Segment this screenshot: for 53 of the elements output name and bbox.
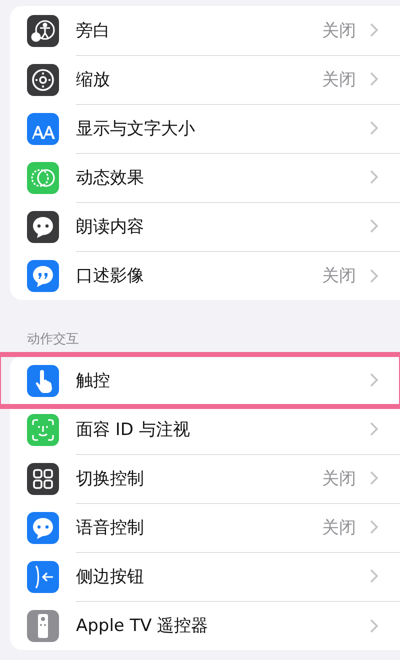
face-icon	[27, 414, 59, 446]
settings-row[interactable]: 朗读内容	[10, 202, 400, 251]
settings-row[interactable]: 缩放 关闭	[10, 55, 400, 104]
row-label: 显示与文字大小	[76, 118, 196, 140]
settings-row[interactable]: 语音控制 关闭	[10, 503, 400, 552]
settings-row[interactable]: 口述影像 关闭	[10, 251, 400, 300]
accessibility-icon	[27, 14, 59, 46]
zoom-icon	[27, 64, 59, 96]
row-value: 关闭	[322, 265, 356, 287]
section-header: 动作交互	[26, 331, 80, 349]
quote-bubble-icon	[27, 260, 59, 292]
chevron-icon	[370, 422, 378, 436]
settings-row[interactable]: 侧边按钮	[10, 552, 400, 601]
speech-bubble-icon	[27, 512, 59, 544]
circles-icon	[27, 162, 59, 194]
grid-icon	[27, 462, 59, 494]
chevron-icon	[370, 23, 378, 37]
chevron-icon	[370, 121, 378, 135]
text-size-icon	[27, 112, 59, 144]
chevron-icon	[370, 569, 378, 583]
row-label: 动态效果	[76, 166, 145, 188]
chevron-icon	[370, 373, 378, 387]
settings-row[interactable]: 切换控制 关闭	[10, 454, 400, 503]
settings-row[interactable]: 旁白 关闭	[10, 6, 400, 55]
chevron-icon	[370, 268, 378, 282]
row-value: 关闭	[322, 20, 356, 42]
remote-icon	[27, 610, 59, 642]
chevron-icon	[370, 618, 378, 632]
row-value: 关闭	[322, 516, 356, 538]
row-value: 关闭	[322, 468, 356, 490]
chevron-icon	[370, 520, 378, 534]
row-label: 口述影像	[76, 265, 145, 287]
settings-row[interactable]: 触控	[0, 356, 400, 405]
settings-row[interactable]: 动态效果	[10, 153, 400, 202]
row-label: 缩放	[76, 68, 111, 90]
row-label: 语音控制	[76, 516, 145, 538]
row-label: 旁白	[76, 20, 111, 42]
chevron-icon	[370, 471, 378, 485]
row-value: 关闭	[322, 68, 356, 90]
row-label: 面容 ID 与注视	[76, 418, 191, 440]
row-label: Apple TV 遥控器	[76, 615, 210, 637]
chevron-icon	[370, 72, 378, 86]
row-label: 触控	[76, 370, 111, 392]
row-label: 朗读内容	[76, 216, 145, 238]
chevron-icon	[370, 170, 378, 184]
row-label: 切换控制	[76, 468, 145, 490]
chevron-icon	[370, 219, 378, 233]
hand-icon	[27, 364, 59, 396]
settings-row[interactable]: 显示与文字大小	[10, 104, 400, 153]
settings-row[interactable]: 面容 ID 与注视	[10, 405, 400, 454]
settings-row[interactable]: Apple TV 遥控器	[10, 601, 400, 650]
speech-bubble-icon	[27, 210, 59, 242]
row-label: 侧边按钮	[76, 566, 145, 588]
